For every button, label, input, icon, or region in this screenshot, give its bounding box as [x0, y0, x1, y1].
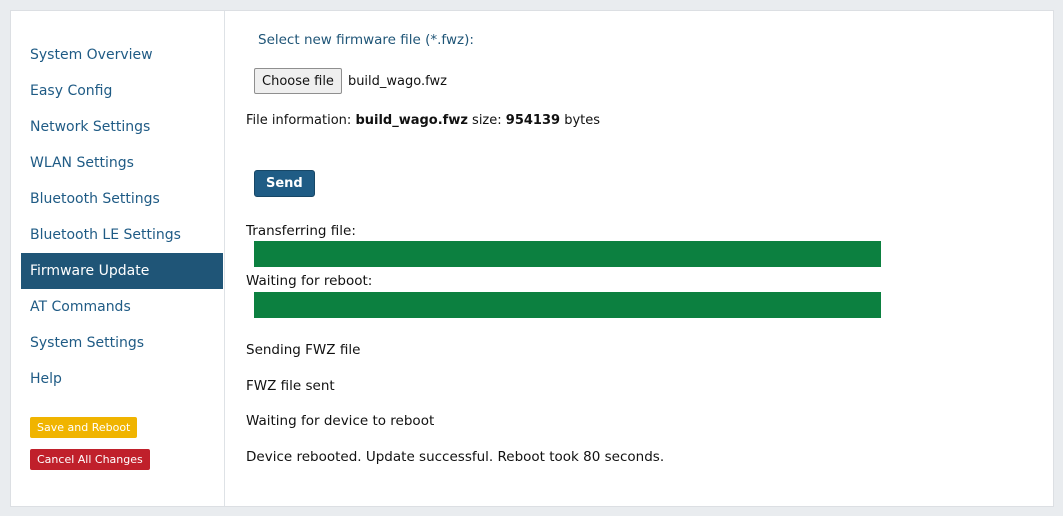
- main-content: Select new firmware file (*.fwz): Choose…: [225, 11, 1053, 506]
- status-line: Sending FWZ file: [246, 342, 361, 358]
- file-information: File information: build_wago.fwz size: 9…: [246, 113, 600, 128]
- transfer-progress-label: Transferring file:: [246, 223, 356, 239]
- sidebar-item-firmware-update[interactable]: Firmware Update: [21, 253, 223, 289]
- file-info-units: bytes: [564, 113, 601, 128]
- file-info-size-label: size:: [472, 113, 502, 128]
- sidebar-item-bluetooth-le-settings[interactable]: Bluetooth LE Settings: [21, 217, 223, 253]
- sidebar: System Overview Easy Config Network Sett…: [11, 11, 225, 506]
- reboot-progress-label: Waiting for reboot:: [246, 273, 373, 289]
- sidebar-item-help[interactable]: Help: [21, 361, 223, 397]
- sidebar-item-wlan-settings[interactable]: WLAN Settings: [21, 145, 223, 181]
- sidebar-item-system-overview[interactable]: System Overview: [21, 37, 223, 73]
- file-info-prefix: File information:: [246, 113, 352, 128]
- status-line: Device rebooted. Update successful. Rebo…: [246, 449, 665, 465]
- save-and-reboot-button[interactable]: Save and Reboot: [30, 417, 138, 438]
- reboot-progress-bar: [254, 292, 881, 318]
- transfer-progress-bar: [254, 241, 881, 267]
- reboot-progress-fill: [254, 292, 881, 318]
- status-line: Waiting for device to reboot: [246, 413, 435, 429]
- transfer-progress-fill: [254, 241, 881, 267]
- sidebar-nav: System Overview Easy Config Network Sett…: [21, 37, 223, 397]
- sidebar-item-network-settings[interactable]: Network Settings: [21, 109, 223, 145]
- chosen-file-name: build_wago.fwz: [347, 73, 447, 89]
- status-line: FWZ file sent: [246, 378, 335, 394]
- file-chooser: Choose file build_wago.fwz: [254, 68, 447, 94]
- select-firmware-label: Select new firmware file (*.fwz):: [258, 32, 474, 48]
- app-frame: System Overview Easy Config Network Sett…: [10, 10, 1054, 507]
- send-button[interactable]: Send: [254, 170, 315, 197]
- file-info-filename: build_wago.fwz: [355, 113, 468, 128]
- sidebar-item-at-commands[interactable]: AT Commands: [21, 289, 223, 325]
- cancel-all-changes-button[interactable]: Cancel All Changes: [30, 449, 150, 470]
- sidebar-item-system-settings[interactable]: System Settings: [21, 325, 223, 361]
- sidebar-item-easy-config[interactable]: Easy Config: [21, 73, 223, 109]
- file-info-size: 954139: [505, 113, 561, 128]
- sidebar-item-bluetooth-settings[interactable]: Bluetooth Settings: [21, 181, 223, 217]
- choose-file-button[interactable]: Choose file: [254, 68, 342, 94]
